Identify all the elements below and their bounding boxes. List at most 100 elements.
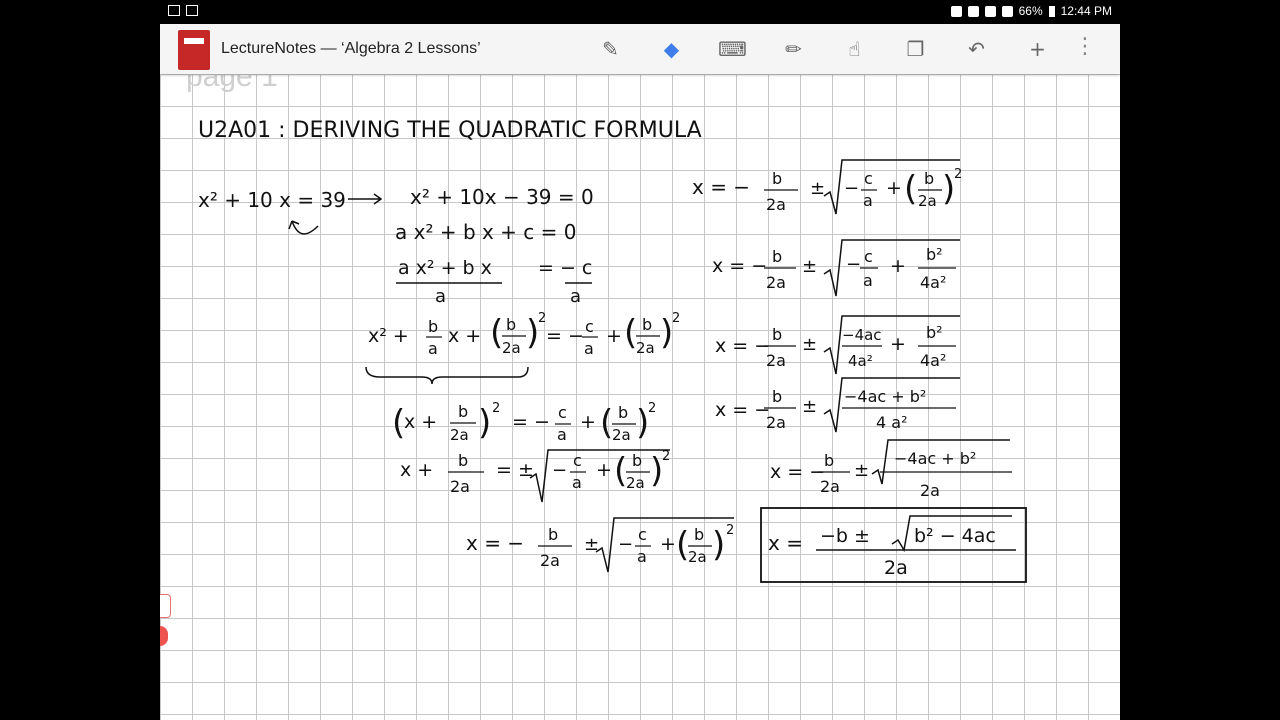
battery-icon bbox=[1048, 5, 1055, 17]
svg-text:c: c bbox=[864, 169, 873, 188]
svg-text:+: + bbox=[890, 255, 906, 277]
svg-text:x = −: x = − bbox=[712, 255, 767, 277]
svg-text:−4ac + b²: −4ac + b² bbox=[894, 449, 976, 468]
svg-text:±: ± bbox=[802, 334, 817, 355]
svg-text:b: b bbox=[428, 317, 438, 336]
svg-text:2a: 2a bbox=[688, 548, 707, 566]
pencil-icon[interactable]: ✏ bbox=[763, 32, 824, 66]
svg-text:2: 2 bbox=[726, 523, 734, 538]
app-toolbar: LectureNotes — ‘Algebra 2 Lessons’ ✎ ◆ ⌨ ✏ ☝… bbox=[160, 24, 1120, 74]
svg-text:2a: 2a bbox=[450, 426, 469, 444]
svg-text:= ±: = ± bbox=[496, 459, 534, 481]
svg-text:c: c bbox=[638, 525, 647, 544]
svg-text:±: ± bbox=[810, 178, 825, 199]
svg-text:2a: 2a bbox=[636, 339, 655, 357]
pen-settings-icon[interactable]: ✎ bbox=[580, 32, 641, 66]
svg-text:b: b bbox=[772, 325, 782, 344]
svg-text:2a: 2a bbox=[820, 477, 840, 496]
svg-text:b²: b² bbox=[926, 245, 943, 264]
svg-text:−: − bbox=[846, 254, 861, 275]
gallery-icon bbox=[186, 5, 198, 16]
svg-text:2a: 2a bbox=[918, 192, 937, 210]
svg-text:b: b bbox=[458, 451, 468, 470]
svg-text:+: + bbox=[886, 177, 902, 199]
mail-icon bbox=[168, 5, 180, 16]
keyboard-icon[interactable]: ⌨ bbox=[702, 32, 763, 66]
svg-text:x = −: x = − bbox=[770, 461, 825, 483]
svg-text:4a²: 4a² bbox=[920, 351, 946, 370]
svg-text:b: b bbox=[632, 451, 642, 470]
status-bar: 66% 12:44 PM bbox=[0, 0, 1280, 24]
svg-text:b: b bbox=[458, 402, 468, 421]
svg-text:2a: 2a bbox=[884, 557, 908, 579]
clock: 12:44 PM bbox=[1060, 4, 1112, 18]
svg-text:+: + bbox=[890, 333, 906, 355]
tool-buttons: ✎ ◆ ⌨ ✏ ☝ ❐ ↶ + bbox=[580, 32, 1068, 66]
svg-text:2: 2 bbox=[954, 167, 962, 182]
svg-text:x = −: x = − bbox=[692, 175, 750, 199]
svg-text:±: ± bbox=[802, 256, 817, 277]
svg-text:2a: 2a bbox=[766, 273, 786, 292]
svg-text:2a: 2a bbox=[612, 426, 631, 444]
undo-icon[interactable]: ↶ bbox=[946, 32, 1007, 66]
svg-text:x² + 10 x = 39: x² + 10 x = 39 bbox=[198, 188, 346, 212]
notebook-page[interactable]: page 1 U2A01 : DERIVING THE QUADRATIC FO… bbox=[160, 60, 1120, 720]
overflow-menu-icon[interactable]: ⋮ bbox=[1074, 36, 1096, 58]
copy-layers-icon[interactable]: ❐ bbox=[885, 32, 946, 66]
svg-text:2a: 2a bbox=[540, 551, 560, 570]
svg-text:a: a bbox=[637, 547, 647, 566]
cast-icon bbox=[950, 5, 962, 17]
svg-text:+: + bbox=[606, 325, 622, 347]
svg-text:b: b bbox=[506, 315, 516, 334]
svg-text:2a: 2a bbox=[766, 413, 786, 432]
svg-text:2: 2 bbox=[538, 311, 546, 326]
svg-text:a: a bbox=[584, 339, 594, 358]
svg-text:2a: 2a bbox=[766, 195, 786, 214]
svg-text:x +: x + bbox=[404, 411, 437, 433]
add-icon[interactable]: + bbox=[1007, 32, 1068, 66]
svg-text:2: 2 bbox=[672, 311, 680, 326]
svg-text:a x² + b x: a x² + b x bbox=[398, 257, 492, 279]
system-icons: 66% 12:44 PM bbox=[950, 4, 1112, 18]
svg-text:b: b bbox=[642, 315, 652, 334]
svg-text:b: b bbox=[694, 525, 704, 544]
svg-text:−: − bbox=[618, 534, 633, 555]
battery-percent: 66% bbox=[1018, 4, 1043, 18]
mute-icon bbox=[984, 5, 996, 17]
svg-text:±: ± bbox=[854, 460, 869, 481]
svg-text:b: b bbox=[924, 169, 934, 188]
svg-text:+: + bbox=[596, 459, 612, 481]
svg-text:2a: 2a bbox=[502, 339, 521, 357]
svg-text:−: − bbox=[552, 460, 567, 481]
svg-text:2: 2 bbox=[662, 449, 670, 464]
svg-text:c: c bbox=[585, 317, 594, 336]
svg-text:x +: x + bbox=[400, 459, 433, 481]
svg-text:): ) bbox=[712, 525, 725, 565]
eraser-icon[interactable]: ◆ bbox=[641, 32, 702, 66]
notification-icons bbox=[168, 5, 198, 16]
svg-text:b² − 4ac: b² − 4ac bbox=[914, 525, 996, 547]
svg-text:a x² + b x + c = 0: a x² + b x + c = 0 bbox=[395, 220, 577, 244]
svg-text:x² +: x² + bbox=[368, 325, 409, 347]
handwriting-canvas: U2A01 : DERIVING THE QUADRATIC FORMULA x… bbox=[198, 118, 1027, 583]
right-derivation: x = − b 2a ± − c a + ( b 2a ) 2 x = − b bbox=[692, 159, 1027, 583]
notebook-logo-icon[interactable] bbox=[178, 30, 210, 70]
svg-text:x² + 10x − 39 = 0: x² + 10x − 39 = 0 bbox=[410, 185, 594, 209]
svg-text:): ) bbox=[478, 403, 491, 443]
svg-text:= − c: = − c bbox=[538, 257, 592, 279]
side-panel-tab[interactable] bbox=[160, 594, 171, 618]
svg-text:+: + bbox=[580, 411, 596, 433]
page-heading: U2A01 : DERIVING THE QUADRATIC FORMULA bbox=[198, 118, 702, 143]
svg-text:c: c bbox=[558, 403, 567, 422]
lecturenotes-app: LectureNotes — ‘Algebra 2 Lessons’ ✎ ◆ ⌨ ✏ ☝… bbox=[160, 24, 1120, 720]
svg-text:x = −: x = − bbox=[466, 531, 524, 555]
svg-text:b: b bbox=[772, 247, 782, 266]
svg-text:4a²: 4a² bbox=[848, 352, 873, 370]
svg-text:2: 2 bbox=[492, 401, 500, 416]
svg-text:c: c bbox=[864, 247, 873, 266]
svg-text:b: b bbox=[772, 387, 782, 406]
svg-text:+: + bbox=[660, 533, 676, 555]
hand-icon[interactable]: ☝ bbox=[824, 32, 885, 66]
svg-text:2a: 2a bbox=[920, 481, 940, 500]
svg-text:a: a bbox=[863, 191, 873, 210]
